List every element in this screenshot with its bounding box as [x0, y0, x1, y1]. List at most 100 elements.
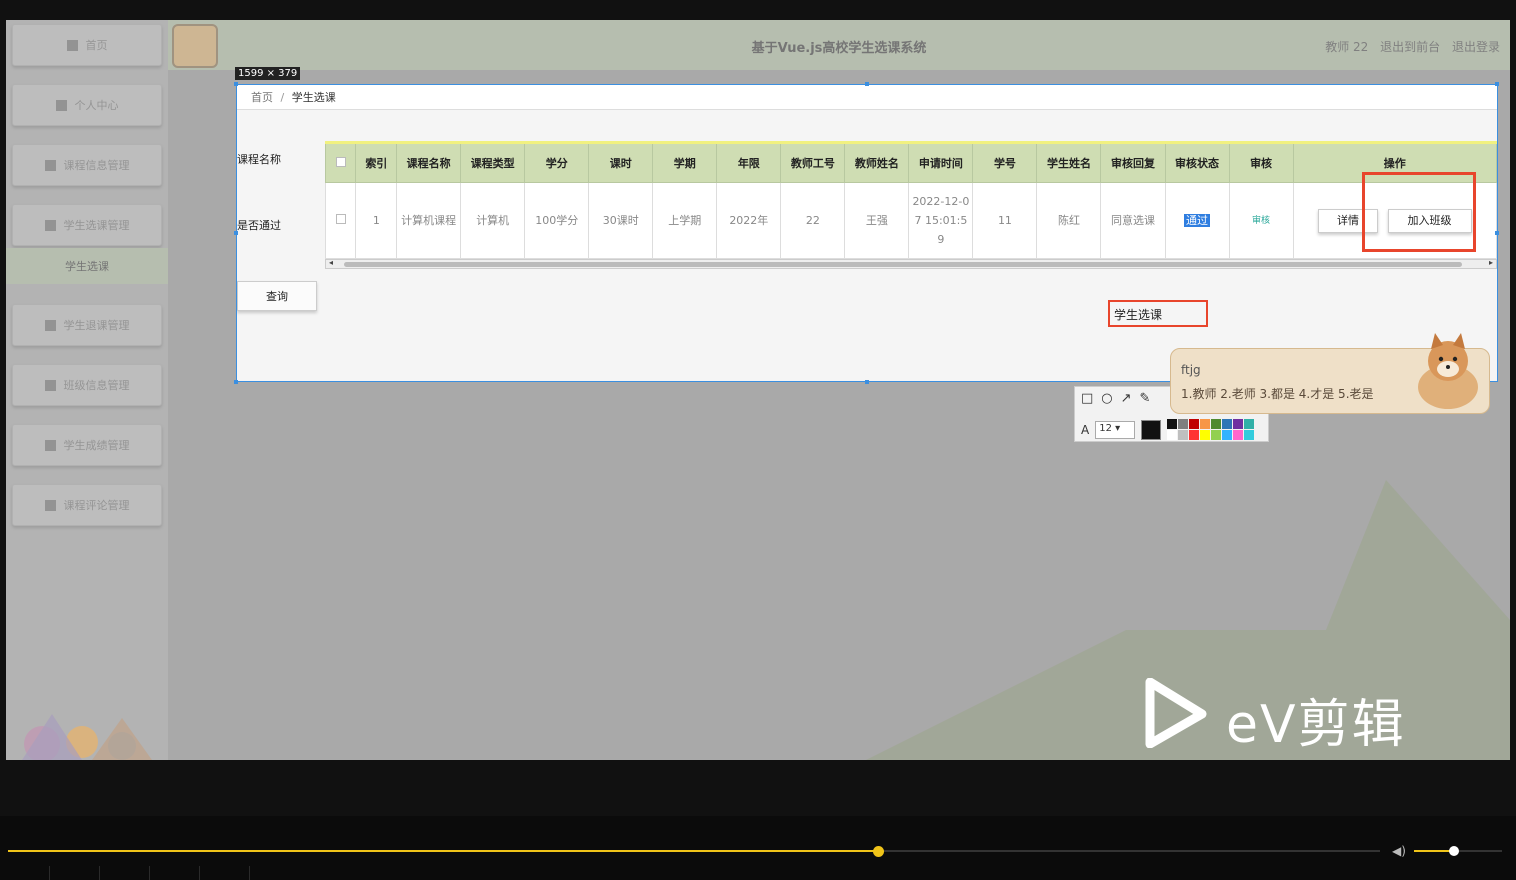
color-swatch[interactable]	[1200, 419, 1211, 429]
header-user-area: 教师 22 退出到前台 退出登录	[1317, 38, 1500, 55]
grid-icon	[44, 219, 56, 231]
text-tool-icon[interactable]: A	[1081, 423, 1089, 437]
column-header: 学生姓名	[1036, 141, 1102, 183]
annotation-text-box[interactable]: 学生选课	[1108, 300, 1208, 327]
sidebar-item-label: 课程信息管理	[63, 159, 130, 172]
volume-knob[interactable]	[1448, 846, 1459, 856]
selection-handle[interactable]	[865, 380, 869, 384]
select-all-header[interactable]	[324, 141, 357, 183]
scrollbar-thumb[interactable]	[344, 262, 1462, 267]
sidebar-item-course-drop[interactable]: 学生退课管理	[12, 304, 162, 346]
volume-icon[interactable]: ◀)	[1392, 844, 1406, 858]
user-icon	[55, 99, 67, 111]
ime-input-code: ftjg	[1181, 363, 1201, 377]
sidebar-item-course-selection[interactable]: 学生选课管理	[12, 204, 162, 246]
sidebar-item-class-info[interactable]: 班级信息管理	[12, 364, 162, 406]
passed-label: 是否通过	[237, 219, 281, 232]
progress-knob[interactable]	[872, 846, 884, 857]
cell-teacher-id: 22	[780, 182, 846, 259]
timeline-segment	[50, 866, 100, 880]
volume-fill	[1414, 850, 1454, 852]
color-swatch[interactable]	[1233, 430, 1244, 440]
current-color-swatch[interactable]	[1141, 419, 1162, 440]
rect-icon[interactable]: □	[1081, 391, 1093, 406]
selection-handle[interactable]	[234, 380, 238, 384]
sidebar-item-grades[interactable]: 学生成绩管理	[12, 424, 162, 466]
cell-index: 1	[355, 182, 398, 259]
column-header: 审核回复	[1100, 141, 1166, 183]
color-swatch[interactable]	[1222, 419, 1233, 429]
course-name-label: 课程名称	[237, 153, 281, 166]
select-all-checkbox[interactable]	[335, 156, 346, 167]
color-palette	[1167, 419, 1255, 440]
audit-link[interactable]: 审核	[1252, 216, 1270, 226]
selection-handle[interactable]	[234, 82, 238, 86]
sidebar-item-label: 首页	[85, 39, 108, 52]
list-icon	[44, 319, 56, 331]
selection-handle[interactable]	[1495, 231, 1499, 235]
circle-icon[interactable]: ○	[1101, 391, 1112, 406]
capture-selection[interactable]: 首页 / 学生选课 课程名称 是否通过 查询 索引 课程名称 课程类型 学分 课…	[236, 84, 1498, 382]
color-swatch[interactable]	[1211, 419, 1222, 429]
monitor-icon	[44, 159, 56, 171]
selection-handle[interactable]	[1495, 82, 1499, 86]
cell-teacher-name: 王强	[844, 182, 910, 259]
back-to-front-link[interactable]: 退出到前台	[1380, 40, 1440, 54]
color-swatch[interactable]	[1167, 419, 1178, 429]
play-logo-icon	[1145, 677, 1207, 749]
cell-hours: 30课时	[588, 182, 654, 259]
color-swatch[interactable]	[1167, 430, 1178, 440]
annotation-rectangle[interactable]	[1362, 172, 1476, 252]
color-swatch[interactable]	[1244, 430, 1255, 440]
current-user: 教师 22	[1325, 40, 1369, 54]
sidebar-item-comments[interactable]: 课程评论管理	[12, 484, 162, 526]
watermark-text: eV剪辑	[1226, 695, 1406, 755]
row-select-cell[interactable]	[324, 182, 357, 259]
color-swatch[interactable]	[1233, 419, 1244, 429]
color-swatch[interactable]	[1178, 419, 1189, 429]
ime-candidates[interactable]: 1.教师 2.老师 3.都是 4.才是 5.老是	[1181, 385, 1374, 402]
scroll-left-icon[interactable]: ◂	[329, 258, 333, 267]
sidebar: 首页 个人中心 课程信息管理 学生选课管理 学生选课 学生退课管理 班级信息管理…	[6, 20, 168, 760]
column-header: 申请时间	[908, 141, 974, 183]
breadcrumb-current: 学生选课	[291, 91, 336, 104]
color-swatch[interactable]	[1244, 419, 1255, 429]
sidebar-item-profile[interactable]: 个人中心	[12, 84, 162, 126]
column-header: 审核	[1228, 141, 1294, 183]
row-checkbox[interactable]	[335, 214, 346, 224]
color-swatch[interactable]	[1200, 430, 1211, 440]
cell-reply: 同意选课	[1100, 182, 1166, 259]
logout-link[interactable]: 退出登录	[1452, 40, 1500, 54]
column-header: 年限	[716, 141, 782, 183]
cell-audit: 审核	[1228, 182, 1294, 259]
table-row: 1 计算机课程 计算机 100学分 30课时 上学期 2022年 22 王强 2…	[324, 182, 1497, 259]
timeline-segment	[0, 866, 50, 880]
table-horizontal-scrollbar[interactable]: ◂ ▸	[325, 258, 1497, 269]
sidebar-subitem-student-selection[interactable]: 学生选课	[6, 248, 168, 284]
color-swatch[interactable]	[1178, 430, 1189, 440]
color-swatch[interactable]	[1189, 419, 1200, 429]
pen-icon[interactable]: ✎	[1140, 391, 1151, 406]
sidebar-item-label: 学生退课管理	[63, 319, 130, 332]
color-swatch[interactable]	[1189, 430, 1200, 440]
query-button[interactable]: 查询	[237, 281, 317, 311]
column-header: 课时	[588, 141, 654, 183]
selection-handle[interactable]	[234, 231, 238, 235]
progress-played	[8, 850, 878, 852]
cell-credit: 100学分	[524, 182, 590, 259]
column-header: 课程名称	[396, 141, 462, 183]
course-selection-table: 索引 课程名称 课程类型 学分 课时 学期 年限 教师工号 教师姓名 申请时间 …	[324, 141, 1497, 259]
column-header: 课程类型	[460, 141, 526, 183]
color-swatch[interactable]	[1211, 430, 1222, 440]
column-header: 教师姓名	[844, 141, 910, 183]
cell-student-id: 11	[972, 182, 1038, 259]
selection-handle[interactable]	[865, 82, 869, 86]
breadcrumb-home[interactable]: 首页	[251, 91, 273, 104]
sidebar-item-course-info[interactable]: 课程信息管理	[12, 144, 162, 186]
font-size-select[interactable]: 12 ▾	[1095, 420, 1136, 439]
color-swatch[interactable]	[1222, 430, 1233, 440]
scroll-right-icon[interactable]: ▸	[1489, 258, 1493, 267]
sidebar-item-home[interactable]: 首页	[12, 24, 162, 66]
video-player-bar: ◀)	[0, 816, 1516, 880]
arrow-icon[interactable]: ↗	[1121, 391, 1132, 406]
